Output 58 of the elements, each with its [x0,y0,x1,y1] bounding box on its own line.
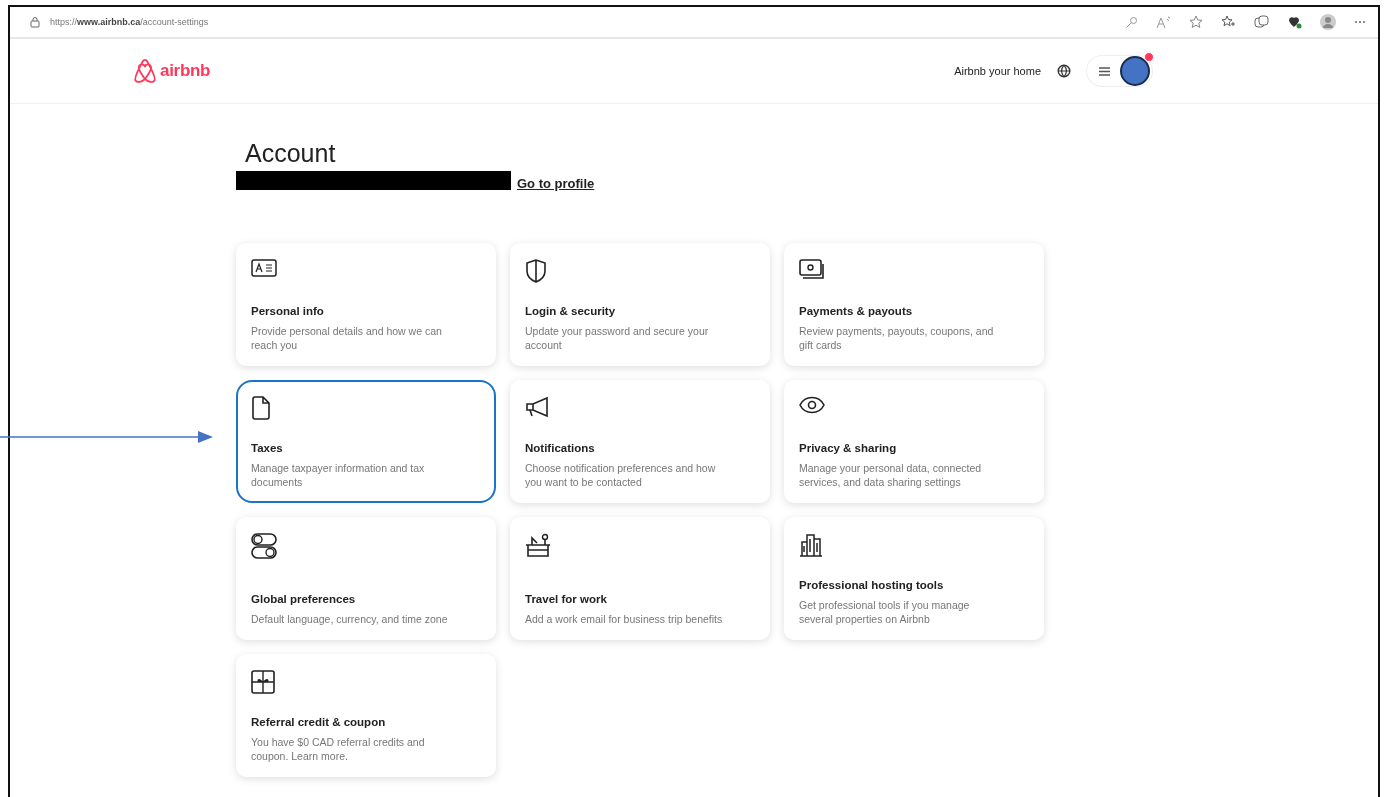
settings-card[interactable]: Global preferences Default language, currency, and time zone [236,517,496,640]
collections-icon[interactable] [1254,15,1269,29]
card-title: Professional hosting tools [799,579,945,591]
card-description: Manage taxpayer information and tax documents [251,461,426,489]
card-description: Provide personal details and how we can reach you [251,324,443,352]
favorites-icon[interactable] [1221,15,1236,29]
id-card-icon [251,259,277,277]
cash-icon [799,259,825,281]
address-bar[interactable]: https://www.airbnb.ca/account-settings [30,11,1125,33]
document-icon [251,396,271,420]
settings-card[interactable]: Payments & payouts Review payments, payouts, coupons, and gift cards [784,243,1044,366]
card-title: Login & security [525,305,617,317]
card-title: Notifications [525,442,596,454]
settings-card[interactable]: Privacy & sharing Manage your personal data, connected services, and data sharing settings [784,380,1044,503]
toggles-icon [251,533,277,559]
card-description: You have $0 CAD referral credits and coupon. Learn more. [251,735,426,763]
airbnb-logo[interactable]: airbnb [133,58,211,84]
card-title: Global preferences [251,593,357,605]
card-title: Privacy & sharing [799,442,898,454]
card-description: Review payments, payouts, coupons, and gift cards [799,324,995,352]
settings-card[interactable]: Professional hosting tools Get professional tools if you manage several properties on Airbnb [784,517,1044,640]
lock-icon [30,16,40,28]
avatar [1120,56,1150,86]
card-title: Payments & payouts [799,305,914,317]
settings-card[interactable]: Taxes Manage taxpayer information and tax documents [236,380,496,503]
star-icon[interactable] [1189,15,1203,29]
host-link[interactable]: Airbnb your home [954,65,1041,77]
card-title: Travel for work [525,593,608,605]
read-aloud-icon[interactable] [1156,15,1171,29]
card-title: Personal info [251,305,325,317]
settings-card[interactable]: Travel for work Add a work email for business trip benefits [510,517,770,640]
card-description: Manage your personal data, connected services, and data sharing settings [799,461,983,489]
card-description: Choose notification preferences and how you want to be contacted [525,461,717,489]
settings-card[interactable]: Login & security Update your password and secure your account [510,243,770,366]
eye-icon [799,396,825,414]
card-description: Update your password and secure your account [525,324,710,352]
globe-icon[interactable] [1057,64,1071,78]
page-title: Account [245,138,337,168]
card-title: Referral credit & coupon [251,716,387,728]
menu-icon [1099,66,1110,76]
url-text: https://www.airbnb.ca/account-settings [50,17,209,27]
buildings-icon [799,533,823,557]
settings-card[interactable]: Personal info Provide personal details and how we can reach you [236,243,496,366]
shield-icon [525,259,547,283]
key-icon[interactable] [1125,15,1138,29]
card-description: Add a work email for business trip benefits [525,612,724,626]
more-icon[interactable] [1354,20,1366,24]
card-title: Taxes [251,442,284,454]
megaphone-icon [525,396,551,418]
card-description: Default language, currency, and time zone [251,612,449,626]
desk-icon [525,533,551,557]
profile-icon[interactable] [1320,14,1336,30]
card-description: Get professional tools if you manage several properties on Airbnb [799,598,971,626]
extension-icon[interactable] [1287,15,1302,29]
settings-card[interactable]: Notifications Choose notification preferences and how you want to be contacted [510,380,770,503]
gift-card-icon [251,670,275,694]
profile-link[interactable]: Go to profile [517,176,595,191]
settings-card[interactable]: Referral credit & coupon You have $0 CAD referral credits and coupon. Learn more. [236,654,496,777]
